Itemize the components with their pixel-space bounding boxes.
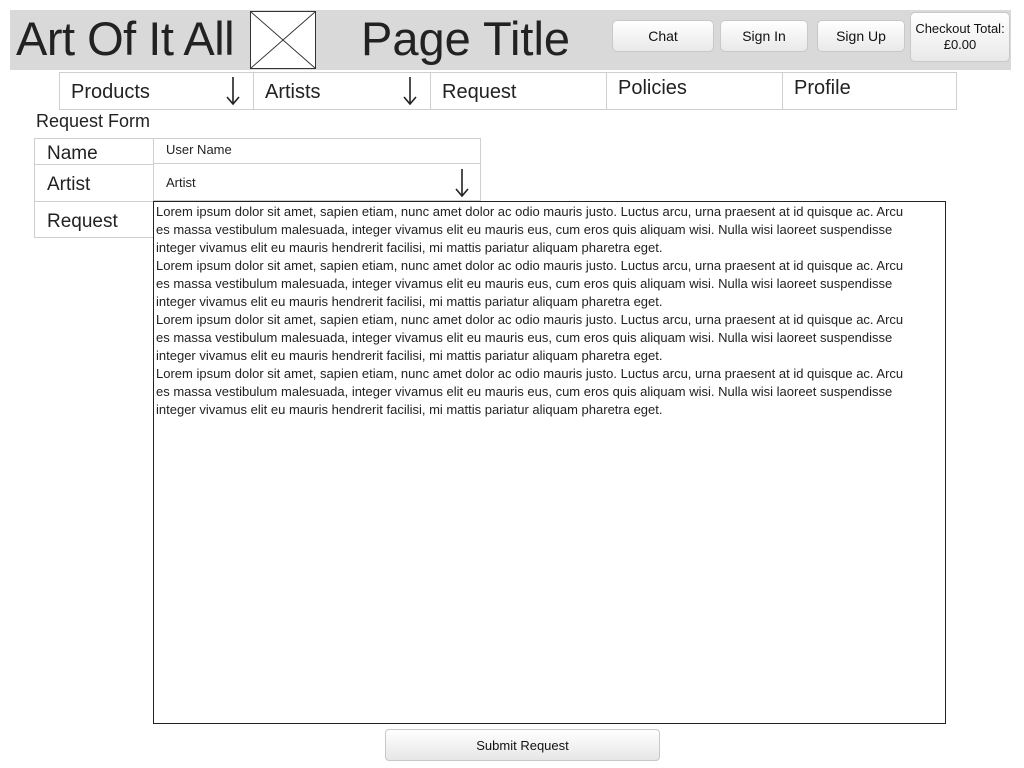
artist-label: Artist (47, 174, 91, 195)
nav-item-policies[interactable]: Policies (607, 73, 783, 109)
chat-button[interactable]: Chat (612, 20, 714, 52)
name-label: Name (47, 143, 98, 164)
nav-item-label: Request (442, 81, 517, 103)
form-heading: Request Form (36, 111, 151, 131)
checkout-total-label: Checkout Total: (915, 21, 1005, 36)
request-paragraph: Lorem ipsum dolor sit amet, sapien etiam… (156, 312, 904, 363)
request-label: Request (47, 211, 118, 232)
arrow-down-icon (402, 76, 418, 112)
divider (35, 201, 153, 202)
nav-item-label: Policies (618, 77, 687, 99)
artist-select[interactable]: Artist (153, 163, 481, 201)
sign-up-button[interactable]: Sign Up (817, 20, 905, 52)
name-input[interactable]: User Name (153, 138, 481, 164)
nav-item-products[interactable]: Products (60, 73, 254, 109)
divider (35, 164, 153, 165)
artist-select-value: Artist (166, 175, 196, 190)
nav-item-label: Products (71, 81, 150, 103)
nav-item-label: Profile (794, 77, 851, 99)
nav-item-request[interactable]: Request (431, 73, 607, 109)
header-bar: Art Of It All Page Title Chat Sign In Si… (10, 10, 1011, 70)
form-label-column: Name Artist Request (34, 138, 154, 238)
logo-image-placeholder-icon (250, 11, 316, 69)
request-paragraph: Lorem ipsum dolor sit amet, sapien etiam… (156, 366, 904, 417)
nav-item-label: Artists (265, 81, 321, 103)
main-nav: Products Artists Request Policies Profil… (59, 72, 957, 110)
submit-request-button[interactable]: Submit Request (385, 729, 660, 761)
nav-item-artists[interactable]: Artists (254, 73, 431, 109)
request-textarea[interactable]: Lorem ipsum dolor sit amet, sapien etiam… (153, 201, 946, 724)
nav-item-profile[interactable]: Profile (783, 73, 956, 109)
site-title: Art Of It All (16, 12, 235, 65)
arrow-down-icon (225, 76, 241, 112)
sign-in-button[interactable]: Sign In (720, 20, 808, 52)
request-paragraph: Lorem ipsum dolor sit amet, sapien etiam… (156, 258, 904, 309)
request-paragraph: Lorem ipsum dolor sit amet, sapien etiam… (156, 204, 904, 255)
page-title: Page Title (361, 12, 571, 65)
arrow-down-icon (454, 168, 470, 203)
checkout-total-amount: £0.00 (943, 37, 977, 52)
checkout-total-button[interactable]: Checkout Total: £0.00 (910, 12, 1010, 62)
